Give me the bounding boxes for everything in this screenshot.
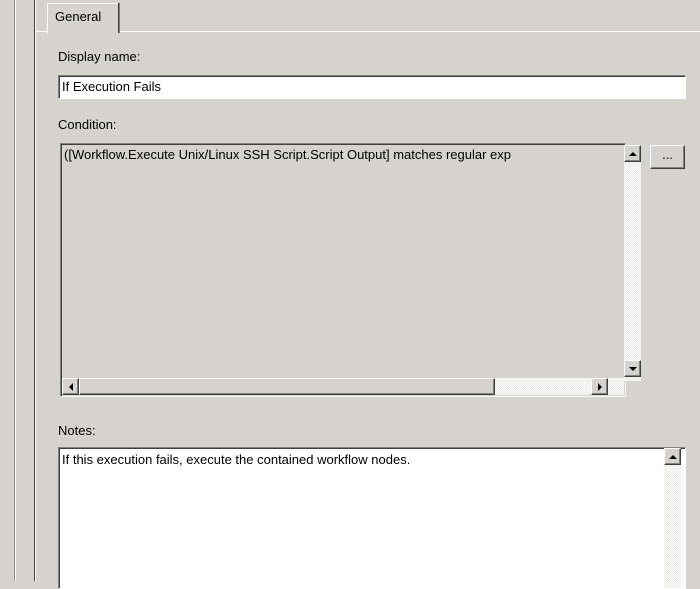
properties-pane-border-highlight <box>35 0 36 581</box>
condition-browse-button[interactable]: ... <box>650 145 685 169</box>
condition-scroll-right-button[interactable] <box>591 378 608 395</box>
scroll-right-arrow-icon <box>597 382 602 391</box>
display-name-label: Display name: <box>58 49 141 64</box>
tab-general[interactable]: General <box>47 3 118 33</box>
notes-label: Notes: <box>58 423 96 438</box>
scroll-left-arrow-icon <box>68 382 73 391</box>
notes-scroll-up-button[interactable] <box>664 448 681 465</box>
tab-strip-line <box>36 31 700 32</box>
tab-general-label: General <box>55 9 102 24</box>
scroll-down-arrow-icon <box>628 366 637 371</box>
display-name-field[interactable]: If Execution Fails <box>58 75 686 99</box>
condition-value: ([Workflow.Execute Unix/Linux SSH Script… <box>64 147 511 162</box>
condition-scroll-left-button[interactable] <box>62 378 79 395</box>
notes-value: If this execution fails, execute the con… <box>62 452 411 467</box>
left-panel-strip <box>0 0 14 581</box>
condition-horizontal-scroll-thumb[interactable] <box>79 378 495 395</box>
condition-scroll-down-button[interactable] <box>624 360 641 377</box>
condition-field[interactable]: ([Workflow.Execute Unix/Linux SSH Script… <box>60 143 641 397</box>
display-name-value: If Execution Fails <box>62 79 161 94</box>
condition-label: Condition: <box>58 117 117 132</box>
scroll-up-arrow-icon <box>668 454 677 459</box>
condition-scroll-up-button[interactable] <box>624 145 641 162</box>
condition-vertical-scrollbar[interactable] <box>624 145 641 381</box>
scroll-up-arrow-icon <box>628 151 637 156</box>
notes-vertical-scrollbar[interactable] <box>664 448 681 588</box>
left-gutter <box>16 0 34 581</box>
notes-field[interactable]: If this execution fails, execute the con… <box>58 447 686 589</box>
